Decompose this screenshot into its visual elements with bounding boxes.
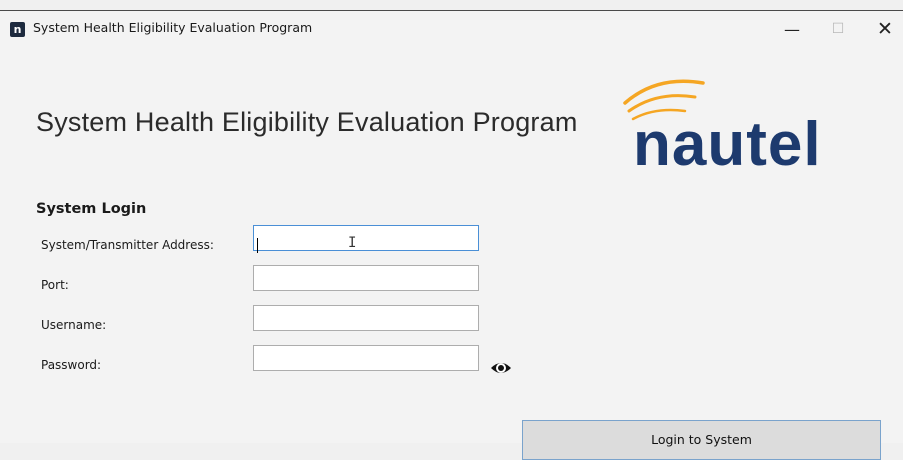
minimize-button[interactable]: —	[769, 14, 815, 44]
text-caret	[257, 238, 258, 253]
maximize-icon: ☐	[831, 21, 845, 37]
username-input[interactable]	[253, 305, 479, 331]
eye-icon[interactable]	[489, 356, 513, 380]
minimize-icon: —	[784, 19, 800, 39]
app-window: n System Health Eligibility Evaluation P…	[0, 10, 903, 460]
username-label: Username:	[41, 318, 107, 332]
address-input[interactable]	[253, 225, 479, 251]
window-title: System Health Eligibility Evaluation Pro…	[33, 20, 313, 35]
port-input[interactable]	[253, 265, 479, 291]
password-input[interactable]	[253, 345, 479, 371]
password-label: Password:	[41, 358, 102, 372]
close-button[interactable]: ✕	[862, 14, 903, 44]
close-icon: ✕	[877, 18, 893, 40]
login-button-label: Login to System	[651, 432, 752, 447]
port-label: Port:	[41, 278, 69, 292]
login-section-title: System Login	[36, 201, 147, 217]
maximize-button[interactable]: ☐	[815, 14, 861, 44]
nautel-logo: nautel	[623, 79, 822, 179]
app-icon-glyph: n	[13, 23, 22, 36]
logo-text: nautel	[633, 110, 822, 179]
address-label: System/Transmitter Address:	[41, 238, 214, 252]
nautel-app-icon: n	[10, 22, 25, 37]
page-title: System Health Eligibility Evaluation Pro…	[36, 107, 578, 137]
title-bar[interactable]: n System Health Eligibility Evaluation P…	[0, 11, 903, 45]
login-button[interactable]: Login to System	[522, 420, 881, 460]
ibeam-cursor-icon: I	[348, 235, 357, 251]
